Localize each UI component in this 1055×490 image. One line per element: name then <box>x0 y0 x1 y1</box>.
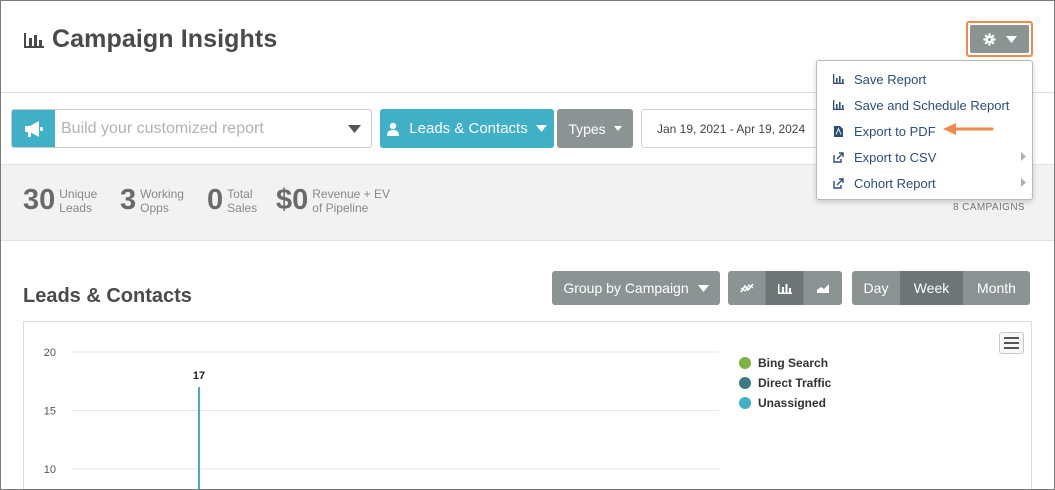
chart-container: 20 15 10 17 Bing Search Direct Traffic Unas… <box>23 321 1032 490</box>
bar-chart-icon <box>832 73 844 85</box>
period-toggle: Day Week Month <box>852 271 1030 305</box>
stat-unique-leads: 30 Unique Leads <box>23 186 97 215</box>
y-tick-label: 20 <box>44 347 56 359</box>
section-title: Leads & Contacts <box>23 285 192 307</box>
chart-type-toggle <box>728 271 842 305</box>
legend-dot <box>739 357 751 369</box>
group-by-campaign-button[interactable]: Group by Campaign <box>552 271 720 305</box>
date-range-label: Jan 19, 2021 - Apr 19, 2024 <box>657 121 806 136</box>
legend-label: Direct Traffic <box>758 376 832 390</box>
megaphone-icon <box>24 120 43 137</box>
annotation-arrow-icon <box>943 123 994 135</box>
caret-down-icon <box>613 126 622 131</box>
menu-item-save-report[interactable]: Save Report <box>817 66 1032 92</box>
legend-item-unassigned[interactable]: Unassigned <box>739 393 831 413</box>
stat-revenue-pipeline: $0 Revenue + EV of Pipeline <box>276 186 390 215</box>
bar-chart-icon <box>24 32 44 48</box>
app-frame: Campaign Insights Build your customized … <box>0 0 1055 490</box>
leads-contacts-button[interactable]: Leads & Contacts <box>380 109 554 148</box>
menu-item-label: Export to PDF <box>854 123 936 139</box>
page-header: Campaign Insights <box>23 25 277 54</box>
menu-item-cohort-report[interactable]: Cohort Report <box>817 170 1032 196</box>
campaigns-count: 8 CAMPAIGNS <box>953 202 1026 213</box>
chart-legend: Bing Search Direct Traffic Unassigned <box>739 353 831 413</box>
stat-label: Opps <box>140 200 169 215</box>
legend-label: Unassigned <box>758 396 827 410</box>
report-builder[interactable] <box>11 109 372 148</box>
y-tick-label: 15 <box>44 406 56 418</box>
megaphone-icon-box <box>12 110 55 147</box>
stat-label: Unique <box>59 186 98 201</box>
menu-item-label: Cohort Report <box>854 175 936 191</box>
user-icon <box>387 122 400 136</box>
line-chart-icon <box>739 283 754 293</box>
report-search-input[interactable] <box>55 110 337 147</box>
caret-down-icon <box>535 125 547 132</box>
menu-item-label: Save Report <box>854 71 927 87</box>
gear-icon <box>982 32 996 46</box>
caret-down-icon <box>1005 35 1017 43</box>
stat-working-opps: 3 Working Opps <box>120 186 184 215</box>
menu-item-export-pdf[interactable]: Export to PDF <box>817 118 1032 144</box>
caret-down-icon <box>347 124 361 133</box>
area-chart-toggle[interactable] <box>804 271 842 305</box>
line-chart-toggle[interactable] <box>728 271 766 305</box>
chevron-right-icon <box>1021 178 1026 187</box>
stat-label: of Pipeline <box>312 200 369 215</box>
period-day-button[interactable]: Day <box>852 271 900 305</box>
chart-bar[interactable] <box>198 387 200 490</box>
period-week-label: Week <box>913 280 950 296</box>
chevron-right-icon <box>1021 152 1026 161</box>
period-month-label: Month <box>977 280 1016 296</box>
bar-chart-icon <box>777 284 792 294</box>
bar-chart-toggle[interactable] <box>766 271 804 305</box>
period-day-label: Day <box>863 280 889 296</box>
group-by-label: Group by Campaign <box>563 280 689 296</box>
bar-data-label: 17 <box>193 370 205 382</box>
period-month-button[interactable]: Month <box>963 271 1030 305</box>
legend-item-direct-traffic[interactable]: Direct Traffic <box>739 373 831 393</box>
period-week-button[interactable]: Week <box>900 271 963 305</box>
stat-value: 30 <box>23 184 56 216</box>
stat-value: $0 <box>276 184 309 216</box>
legend-item-bing-search[interactable]: Bing Search <box>739 353 831 373</box>
stat-total-sales: 0 Total Sales <box>207 186 257 215</box>
legend-dot <box>739 397 751 409</box>
bar-chart-icon <box>832 99 844 111</box>
stat-label: Working <box>140 186 184 201</box>
legend-dot <box>739 377 751 389</box>
pdf-file-icon <box>832 125 844 137</box>
settings-dropdown-menu: Save Report Save and Schedule Report Exp… <box>816 60 1033 200</box>
stat-label: Total <box>227 186 253 201</box>
menu-item-label: Save and Schedule Report <box>854 97 1010 113</box>
report-dropdown-caret[interactable] <box>337 110 371 147</box>
y-tick-label: 10 <box>44 464 56 476</box>
stat-label: Sales <box>227 200 258 215</box>
stat-label: Leads <box>59 200 92 215</box>
settings-button[interactable] <box>966 21 1033 57</box>
chart-plot: 20 15 10 17 <box>44 347 719 490</box>
types-label: Types <box>568 120 606 137</box>
stat-value: 0 <box>207 184 224 216</box>
legend-label: Bing Search <box>758 356 829 370</box>
date-range-picker[interactable]: Jan 19, 2021 - Apr 19, 2024 <box>641 109 826 148</box>
menu-item-label: Export to CSV <box>854 149 937 165</box>
page-title: Campaign Insights <box>52 25 278 53</box>
stat-label: Revenue + EV <box>312 186 390 201</box>
leads-contacts-label: Leads & Contacts <box>409 120 528 137</box>
stat-value: 3 <box>120 184 137 216</box>
external-link-icon <box>832 151 844 163</box>
caret-down-icon <box>697 284 709 292</box>
external-link-icon <box>832 177 844 189</box>
menu-item-export-csv[interactable]: Export to CSV <box>817 144 1032 170</box>
area-chart-icon <box>817 284 829 293</box>
types-button[interactable]: Types <box>557 109 633 148</box>
chart-menu-button[interactable] <box>999 332 1024 354</box>
menu-item-save-schedule-report[interactable]: Save and Schedule Report <box>817 92 1032 118</box>
